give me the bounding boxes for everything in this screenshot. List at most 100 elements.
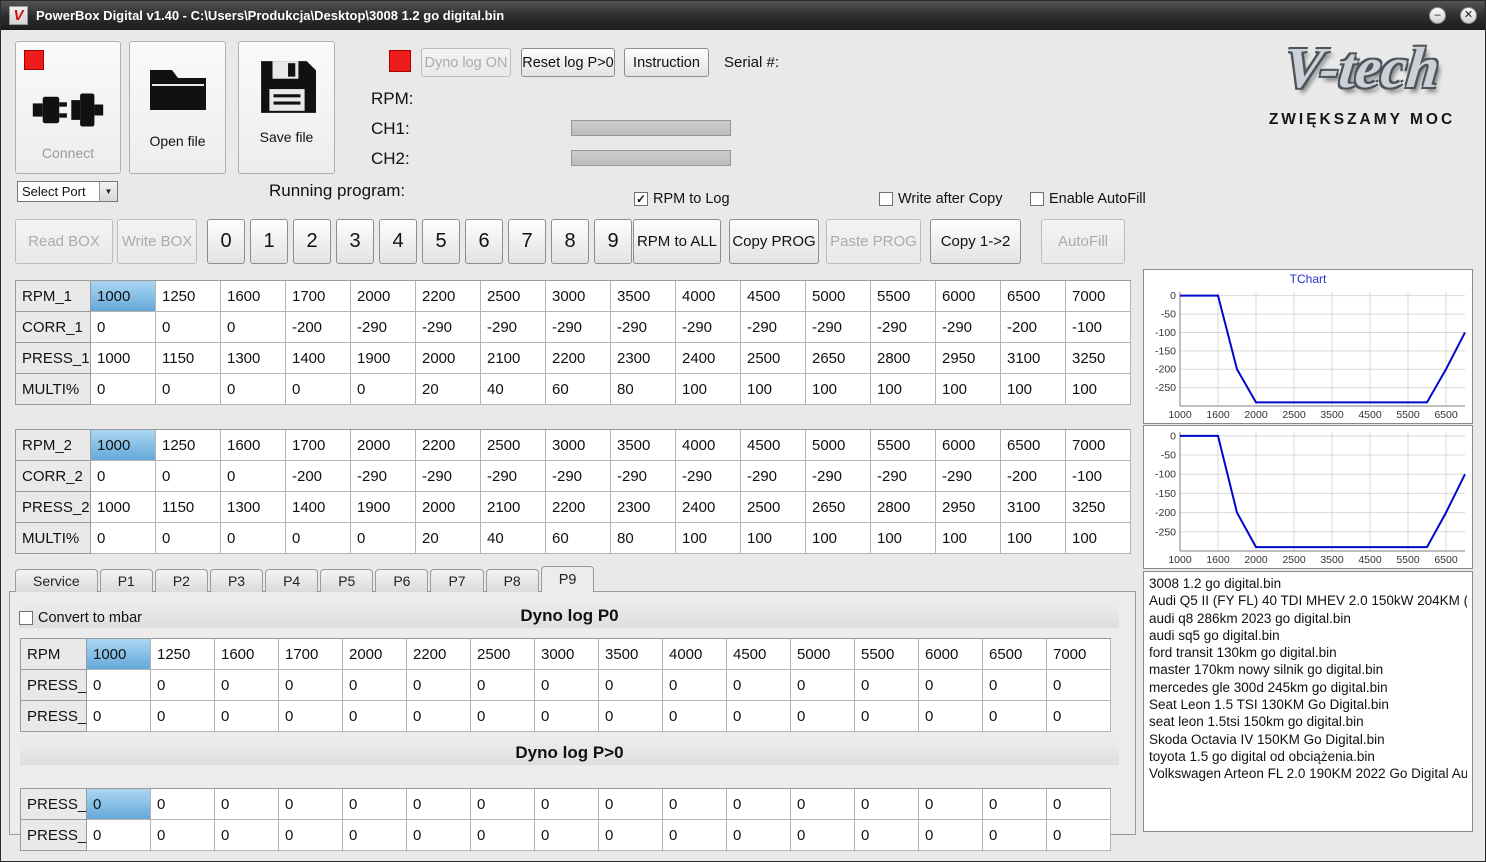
cell[interactable]: 0 xyxy=(471,789,535,820)
connect-button[interactable]: Connect xyxy=(15,41,121,174)
cell[interactable]: 1250 xyxy=(151,639,215,670)
cell[interactable]: 1400 xyxy=(286,343,351,374)
cell[interactable]: 0 xyxy=(221,523,286,554)
cell[interactable]: 2100 xyxy=(481,492,546,523)
cell[interactable]: -290 xyxy=(546,461,611,492)
cell[interactable]: 2950 xyxy=(936,343,1001,374)
tab-p5[interactable]: P5 xyxy=(320,569,374,592)
chevron-down-icon[interactable]: ▼ xyxy=(99,182,117,201)
cell[interactable]: 0 xyxy=(87,820,151,851)
cell[interactable]: 0 xyxy=(855,820,919,851)
cell[interactable]: -290 xyxy=(936,312,1001,343)
cell[interactable]: 4000 xyxy=(676,430,741,461)
cell[interactable]: 6500 xyxy=(1001,281,1066,312)
cell[interactable]: 0 xyxy=(663,670,727,701)
cell[interactable]: -290 xyxy=(611,461,676,492)
minimize-button[interactable]: – xyxy=(1429,7,1446,24)
cell[interactable]: 0 xyxy=(1047,701,1111,732)
cell[interactable]: 2650 xyxy=(806,343,871,374)
instruction-button[interactable]: Instruction xyxy=(624,48,709,77)
cell[interactable]: 0 xyxy=(215,820,279,851)
cell[interactable]: 100 xyxy=(1001,374,1066,405)
cell[interactable]: 3100 xyxy=(1001,343,1066,374)
tab-p1[interactable]: P1 xyxy=(99,569,153,592)
cell[interactable]: 0 xyxy=(471,670,535,701)
reset-log-button[interactable]: Reset log P>0 xyxy=(521,48,615,77)
cell[interactable]: 5000 xyxy=(806,430,871,461)
cell[interactable]: -290 xyxy=(481,461,546,492)
cell[interactable]: -290 xyxy=(806,461,871,492)
cell[interactable]: 0 xyxy=(221,461,286,492)
digit-button-6[interactable]: 6 xyxy=(465,219,503,264)
tab-p6[interactable]: P6 xyxy=(375,569,429,592)
cell[interactable]: 100 xyxy=(741,523,806,554)
cell[interactable]: 0 xyxy=(983,670,1047,701)
close-button[interactable]: ✕ xyxy=(1460,7,1477,24)
cell[interactable]: 0 xyxy=(221,374,286,405)
cell[interactable]: 6500 xyxy=(1001,430,1066,461)
cell[interactable]: 6000 xyxy=(919,639,983,670)
cell[interactable]: 0 xyxy=(407,670,471,701)
cell[interactable]: 0 xyxy=(983,789,1047,820)
cell[interactable]: -200 xyxy=(286,312,351,343)
cell[interactable]: 2400 xyxy=(676,492,741,523)
cell[interactable]: 2950 xyxy=(936,492,1001,523)
cell[interactable]: 0 xyxy=(919,701,983,732)
cell[interactable]: 5500 xyxy=(855,639,919,670)
cell[interactable]: 0 xyxy=(156,312,221,343)
cell[interactable]: 0 xyxy=(87,670,151,701)
cell[interactable]: 0 xyxy=(535,670,599,701)
copy-prog-button[interactable]: Copy PROG xyxy=(729,219,819,264)
file-item[interactable]: Skoda Octavia IV 150KM Go Digital.bin xyxy=(1149,731,1467,748)
cell[interactable]: 0 xyxy=(535,789,599,820)
cell[interactable]: 2400 xyxy=(676,343,741,374)
cell[interactable]: 0 xyxy=(351,374,416,405)
convert-to-mbar-checkbox[interactable]: Convert to mbar xyxy=(19,610,142,626)
cell[interactable]: 2800 xyxy=(871,492,936,523)
cell[interactable]: 0 xyxy=(221,312,286,343)
cell[interactable]: 0 xyxy=(343,701,407,732)
cell[interactable]: 2200 xyxy=(546,492,611,523)
cell[interactable]: 4500 xyxy=(741,430,806,461)
digit-button-7[interactable]: 7 xyxy=(508,219,546,264)
cell[interactable]: 0 xyxy=(351,523,416,554)
cell[interactable]: 5000 xyxy=(806,281,871,312)
cell[interactable]: 2200 xyxy=(416,281,481,312)
cell[interactable]: -290 xyxy=(676,312,741,343)
cell[interactable]: 100 xyxy=(936,374,1001,405)
cell[interactable]: 0 xyxy=(215,789,279,820)
cell[interactable]: 2300 xyxy=(611,343,676,374)
cell[interactable]: 2000 xyxy=(351,430,416,461)
digit-button-5[interactable]: 5 xyxy=(422,219,460,264)
cell[interactable]: 2100 xyxy=(481,343,546,374)
cell[interactable]: -290 xyxy=(936,461,1001,492)
save-file-button[interactable]: Save file xyxy=(238,41,335,174)
cell[interactable]: 1000 xyxy=(91,492,156,523)
write-after-copy-checkbox[interactable]: Write after Copy xyxy=(879,191,1003,207)
cell[interactable]: 0 xyxy=(91,523,156,554)
cell[interactable]: 20 xyxy=(416,374,481,405)
cell[interactable]: 0 xyxy=(286,374,351,405)
cell[interactable]: 0 xyxy=(919,820,983,851)
cell[interactable]: 2000 xyxy=(416,492,481,523)
file-item[interactable]: 3008 1.2 go digital.bin xyxy=(1149,575,1467,592)
cell[interactable]: 0 xyxy=(1047,789,1111,820)
cell[interactable]: 6000 xyxy=(936,281,1001,312)
cell[interactable]: -290 xyxy=(416,312,481,343)
cell[interactable]: 0 xyxy=(279,701,343,732)
cell[interactable]: 0 xyxy=(343,670,407,701)
cell[interactable]: 7000 xyxy=(1066,430,1131,461)
cell[interactable]: 40 xyxy=(481,374,546,405)
file-item[interactable]: toyota 1.5 go digital od obciążenia.bin xyxy=(1149,748,1467,765)
cell[interactable]: 100 xyxy=(1066,523,1131,554)
cell[interactable]: 1400 xyxy=(286,492,351,523)
cell[interactable]: 1700 xyxy=(286,281,351,312)
cell[interactable]: 0 xyxy=(151,789,215,820)
select-port-dropdown[interactable]: Select Port ▼ xyxy=(17,181,118,202)
cell[interactable]: 1600 xyxy=(221,430,286,461)
cell[interactable]: 0 xyxy=(727,789,791,820)
cell[interactable]: 100 xyxy=(806,523,871,554)
cell[interactable]: 0 xyxy=(91,461,156,492)
cell[interactable]: -290 xyxy=(481,312,546,343)
cell[interactable]: 1900 xyxy=(351,492,416,523)
